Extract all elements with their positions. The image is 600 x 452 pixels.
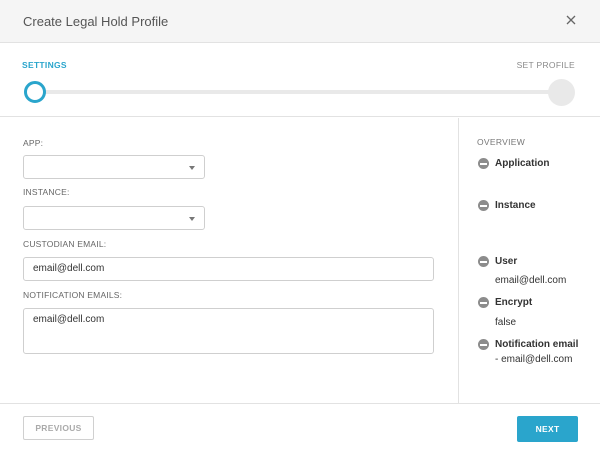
overview-encrypt-value: false — [495, 317, 517, 328]
overview-panel: OVERVIEW Application Instance User email… — [459, 118, 600, 403]
overview-instance-label: Instance — [495, 200, 536, 211]
dialog-title: Create Legal Hold Profile — [23, 14, 169, 29]
next-button[interactable]: NEXT — [517, 416, 578, 442]
progress-stepper: SETTINGS SET PROFILE — [0, 44, 600, 117]
overview-application-label: Application — [495, 158, 550, 169]
step-dot-set-profile[interactable] — [548, 79, 575, 106]
instance-label: INSTANCE: — [23, 187, 70, 197]
overview-notification-email-value: - email@dell.com — [495, 354, 573, 365]
overview-notification-email-label: Notification email — [495, 339, 579, 350]
step-dot-settings[interactable] — [24, 81, 46, 103]
dialog-header: Create Legal Hold Profile — [0, 0, 600, 43]
step-label-set-profile: SET PROFILE — [516, 60, 575, 70]
close-icon[interactable] — [564, 13, 578, 27]
minus-circle-icon — [478, 339, 489, 350]
step-label-settings: SETTINGS — [22, 60, 67, 70]
legal-hold-dialog: Create Legal Hold Profile SETTINGS SET P… — [0, 0, 600, 452]
custodian-email-label: CUSTODIAN EMAIL: — [23, 239, 107, 249]
overview-encrypt-label: Encrypt — [495, 297, 533, 308]
custodian-email-field[interactable]: email@dell.com — [23, 257, 434, 281]
notification-emails-label: NOTIFICATION EMAILS: — [23, 290, 123, 300]
overview-user-label: User — [495, 256, 518, 267]
app-label: APP: — [23, 138, 44, 148]
minus-circle-icon — [478, 158, 489, 169]
instance-select[interactable] — [23, 206, 205, 230]
notification-emails-field[interactable]: email@dell.com — [23, 308, 434, 354]
minus-circle-icon — [478, 200, 489, 211]
stepper-track — [34, 90, 560, 94]
overview-user-value: email@dell.com — [495, 275, 567, 286]
dialog-footer: PREVIOUS NEXT — [0, 403, 600, 452]
app-select[interactable] — [23, 155, 205, 179]
minus-circle-icon — [478, 256, 489, 267]
caret-down-icon — [189, 217, 195, 221]
previous-button[interactable]: PREVIOUS — [23, 416, 94, 440]
settings-form: APP: INSTANCE: CUSTODIAN EMAIL: email@de… — [0, 118, 458, 403]
caret-down-icon — [189, 166, 195, 170]
overview-title: OVERVIEW — [477, 137, 526, 147]
minus-circle-icon — [478, 297, 489, 308]
